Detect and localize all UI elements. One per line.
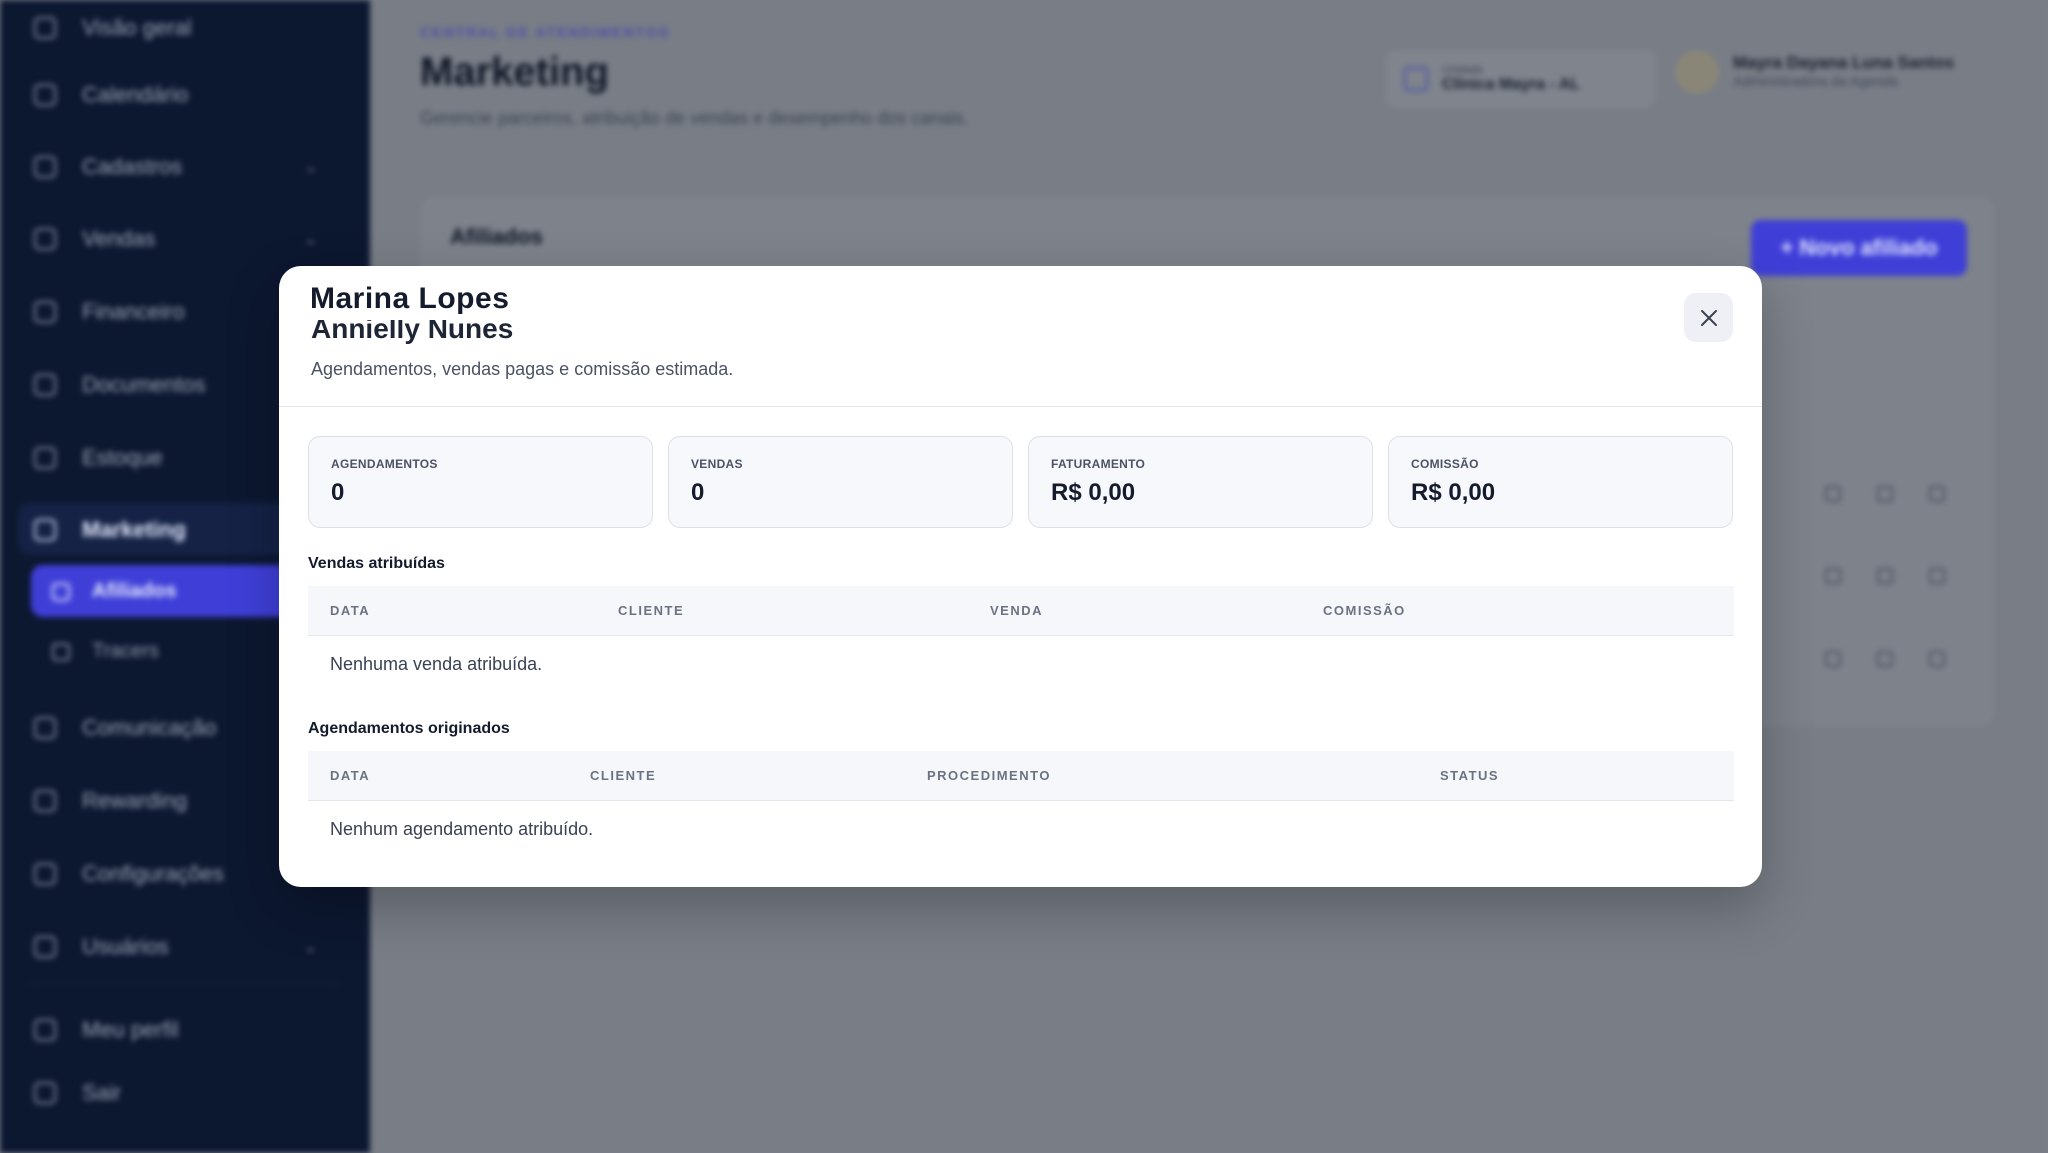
sidebar-subitem-tracers[interactable]: Tracers [52,640,159,663]
column-header: DATA [330,768,371,783]
chat-icon [34,717,56,739]
sidebar-item-financeiro[interactable]: Financeiro [34,299,185,325]
stat-card-vendas: VENDAS 0 [668,436,1013,528]
stat-card-faturamento: FATURAMENTO R$ 0,00 [1028,436,1373,528]
empty-state: Nenhum agendamento atribuído. [330,819,594,839]
users-icon [34,156,56,178]
box-icon [34,447,56,469]
modal-title-behind: Annielly Nunes [311,320,514,344]
stat-value: R$ 0,00 [1411,479,1496,506]
copy-icon[interactable] [1825,486,1841,502]
chevron-down-icon: ⌄ [304,231,318,248]
edit-icon[interactable] [1929,568,1945,584]
megaphone-icon [34,519,56,541]
new-affiliate-button[interactable]: + Novo afiliado [1751,220,1967,276]
sales-section-title: Vendas atribuídas [308,555,445,572]
stat-card-comissao: COMISSÃO R$ 0,00 [1388,436,1733,528]
sidebar-item-cadastros[interactable]: Cadastros ⌄ [34,154,317,180]
stat-label: FATURAMENTO [1051,457,1146,471]
table-header: DATA CLIENTE PROCEDIMENTO STATUS [308,751,1734,801]
appointments-section-title: Agendamentos originados [308,720,510,737]
table-header: DATA CLIENTE VENDA COMISSÃO [308,586,1734,636]
page-eyebrow: CENTRAL DE ATENDIMENTOS [420,24,671,40]
stat-label: AGENDAMENTOS [331,457,438,471]
empty-state: Nenhuma venda atribuída. [330,654,543,674]
affiliate-detail-modal: Marina Lopes Annielly Nunes Agendamentos… [279,266,1762,887]
affiliate-icon [52,582,70,601]
clinic-selector[interactable]: Unidade Clínica Mayra - AL [1386,50,1656,108]
copy-icon[interactable] [1825,568,1841,584]
sidebar-item-usuarios[interactable]: Usuários ⌄ [34,934,317,960]
sidebar-item-calendario[interactable]: Calendário [34,82,188,108]
column-header: CLIENTE [590,768,657,783]
panel-title: Afiliados [450,224,543,249]
column-header: DATA [330,603,371,618]
sidebar-item-rewarding[interactable]: Rewarding [34,788,187,814]
clinic-value: Clínica Mayra - AL [1442,76,1581,93]
sidebar-item-vendas[interactable]: Vendas ⌄ [34,226,317,252]
close-button[interactable] [1684,293,1733,342]
sidebar-subitem-afiliados[interactable]: Afiliados [52,580,176,603]
building-icon [1404,67,1428,91]
sidebar-item-estoque[interactable]: Estoque [34,445,163,471]
sidebar-item-visao-geral[interactable]: Visão geral [34,15,192,41]
user-icon [34,1019,56,1041]
view-icon[interactable] [1877,651,1893,667]
sales-table: DATA CLIENTE VENDA COMISSÃO Nenhuma vend… [308,586,1734,674]
modal-subtitle: Agendamentos, vendas pagas e comissão es… [311,359,734,379]
grid-icon [34,17,56,39]
gift-icon [34,790,56,812]
modal-title: Marina Lopes [310,282,510,315]
clinic-label: Unidade [1442,64,1483,76]
column-header: COMISSÃO [1323,603,1406,618]
wallet-icon [34,301,56,323]
appointments-table: DATA CLIENTE PROCEDIMENTO STATUS Nenhum … [308,751,1734,839]
stat-card-agendamentos: AGENDAMENTOS 0 [308,436,653,528]
stat-label: VENDAS [691,457,743,471]
column-header: VENDA [990,603,1044,618]
settings-icon [34,863,56,885]
edit-icon[interactable] [1929,651,1945,667]
chevron-down-icon: ⌄ [304,159,318,176]
view-icon[interactable] [1877,486,1893,502]
stat-value: 0 [691,479,705,506]
user-menu[interactable]: Mayra Dayana Luna Santos Administradora … [1675,50,1954,94]
sidebar-item-meu-perfil[interactable]: Meu perfil [34,1017,179,1043]
user-group-icon [34,936,56,958]
sidebar-divider [30,982,340,983]
page-title: Marketing [420,50,609,94]
edit-icon[interactable] [1929,486,1945,502]
stat-value: 0 [331,479,345,506]
sidebar-item-comunicacao[interactable]: Comunicação [34,715,217,741]
page-subtitle: Gerencie parceiros, atribuição de vendas… [420,108,969,128]
column-header: CLIENTE [618,603,685,618]
avatar [1675,50,1719,94]
row-actions[interactable] [1825,568,1945,584]
stat-value: R$ 0,00 [1051,479,1136,506]
column-header: PROCEDIMENTO [927,768,1051,783]
sidebar-item-marketing[interactable]: Marketing [34,517,186,543]
calendar-icon [34,84,56,106]
user-role: Administradora da Agenda [1733,73,1898,89]
sidebar-item-sair[interactable]: Sair [34,1080,121,1106]
row-actions[interactable] [1825,651,1945,667]
row-actions[interactable] [1825,486,1945,502]
user-name: Mayra Dayana Luna Santos [1733,53,1955,72]
sidebar-item-configuracoes[interactable]: Configurações [34,861,224,887]
sidebar-item-documentos[interactable]: Documentos [34,372,206,398]
view-icon[interactable] [1877,568,1893,584]
trace-icon [52,642,70,661]
copy-icon[interactable] [1825,651,1841,667]
stat-label: COMISSÃO [1411,457,1479,471]
logout-icon [34,1082,56,1104]
modal-header: Marina Lopes Annielly Nunes Agendamentos… [279,266,1762,407]
tag-icon [34,228,56,250]
stats-row: AGENDAMENTOS 0 VENDAS 0 FATURAMENTO R$ 0… [308,436,1733,528]
document-icon [34,374,56,396]
column-header: STATUS [1440,768,1500,783]
chevron-down-icon: ⌄ [304,939,318,956]
close-icon [1700,309,1717,326]
